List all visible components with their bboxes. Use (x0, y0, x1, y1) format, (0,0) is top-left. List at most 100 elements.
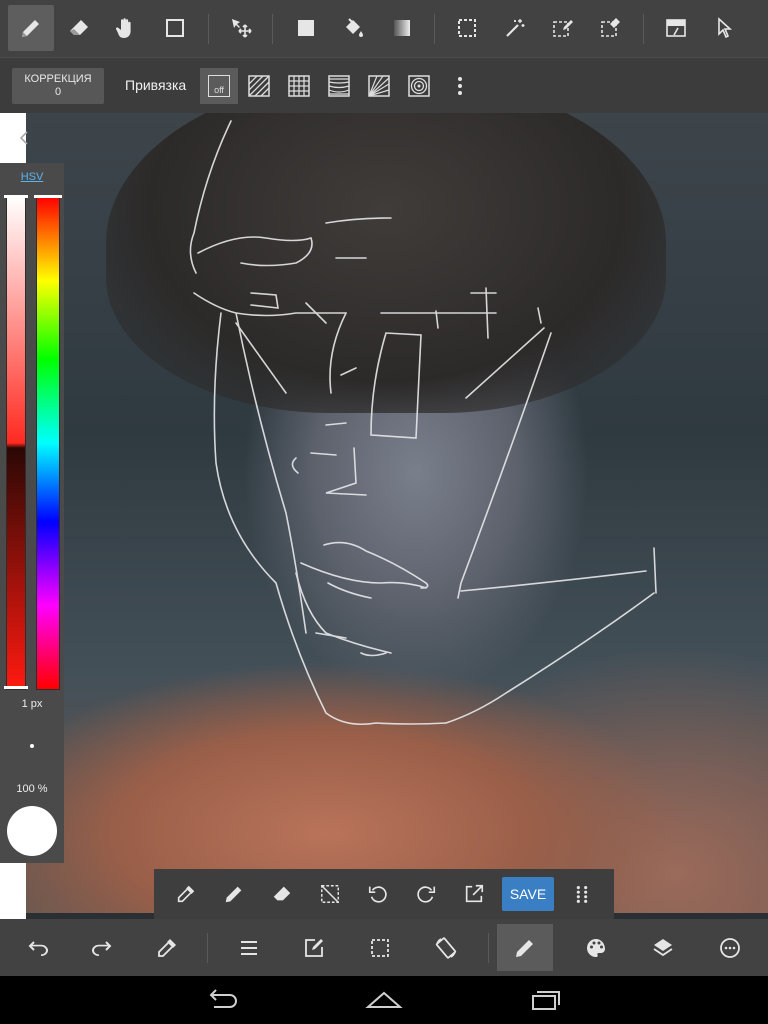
snap-more-button[interactable] (446, 68, 474, 104)
magic-wand-tool-button[interactable] (492, 5, 538, 51)
undo-button[interactable] (10, 924, 66, 971)
magic-wand-icon (506, 19, 525, 37)
export-button[interactable] (456, 876, 492, 912)
hand-tool-button[interactable] (102, 5, 148, 51)
recent-apps-icon (532, 991, 560, 1010)
opacity-label[interactable]: 100 % (0, 783, 64, 795)
fill-rect-tool-button[interactable] (283, 5, 329, 51)
hamburger-menu-icon (241, 940, 257, 955)
quick-bar-menu-button[interactable] (564, 876, 600, 912)
radial-lines-icon (368, 75, 390, 97)
quick-eraser-button[interactable] (264, 876, 300, 912)
toolbar-divider (488, 933, 489, 963)
parallel-lines-icon (248, 75, 270, 97)
selection-button[interactable] (352, 924, 408, 971)
eraser-tool-button[interactable] (56, 5, 102, 51)
saturation-slider-handle[interactable] (4, 195, 28, 198)
rotate-left-icon (368, 886, 387, 903)
snap-toolbar: КОРРЕКЦИЯ 0 Привязка off (0, 57, 768, 113)
selection-pen-icon (553, 20, 573, 37)
layers-button[interactable] (635, 924, 691, 971)
nav-back-button[interactable] (192, 982, 252, 1018)
gradient-tool-button[interactable] (379, 5, 425, 51)
bottom-eyedropper-button[interactable] (139, 924, 195, 971)
rectangle-outline-icon (166, 19, 184, 37)
rectangle-tool-button[interactable] (152, 5, 198, 51)
snap-concentric-button[interactable] (400, 68, 438, 104)
gradient-icon (394, 20, 410, 36)
edit-button[interactable] (286, 924, 342, 971)
canvas-photo-layer[interactable] (26, 113, 768, 913)
collapse-panel-button[interactable] (16, 128, 32, 148)
nav-recents-button[interactable] (516, 982, 576, 1018)
snap-radial-button[interactable] (360, 68, 398, 104)
quick-pen-button[interactable] (216, 876, 252, 912)
color-palette-button[interactable] (568, 924, 624, 971)
nav-home-button[interactable] (354, 982, 414, 1018)
more-options-button[interactable] (702, 924, 758, 971)
redo-rotate-button[interactable] (408, 876, 444, 912)
eyedropper-icon (177, 885, 195, 903)
concentric-circles-icon (408, 75, 430, 97)
saturation-value-slider[interactable] (6, 196, 26, 690)
select-pen-tool-button[interactable] (540, 5, 586, 51)
quick-action-bar: SAVE (154, 869, 614, 919)
edit-square-icon (305, 938, 323, 957)
snap-grid-button[interactable] (280, 68, 318, 104)
more-vertical-icon (458, 77, 462, 95)
pointer-tool-button[interactable] (701, 5, 747, 51)
pencil-icon (22, 20, 39, 37)
pencil-icon (225, 886, 242, 903)
hue-slider[interactable] (36, 196, 60, 690)
rotate-canvas-button[interactable] (418, 924, 474, 971)
pen-tool-button[interactable] (8, 5, 54, 51)
snap-off-icon: off (208, 75, 230, 97)
layer-effect-icon (666, 19, 686, 37)
snap-perspective-button[interactable] (320, 68, 358, 104)
color-panel: HSV 1 px 100 % (0, 163, 64, 863)
chevron-left-icon (19, 131, 28, 145)
paint-bucket-icon (346, 18, 363, 37)
toolbar-divider (208, 14, 209, 44)
snap-off-text: off (214, 85, 224, 95)
home-icon (365, 991, 403, 1008)
export-icon (465, 884, 484, 903)
select-eraser-tool-button[interactable] (588, 5, 634, 51)
more-circle-icon (720, 937, 740, 958)
layers-icon (653, 938, 673, 956)
deselect-icon (321, 885, 339, 903)
select-rect-tool-button[interactable] (444, 5, 490, 51)
eyedropper-button[interactable] (168, 876, 204, 912)
rotate-canvas-icon (435, 936, 457, 959)
snap-off-button[interactable]: off (200, 68, 238, 104)
hue-slider-handle[interactable] (34, 195, 62, 198)
bucket-tool-button[interactable] (330, 5, 376, 51)
hsv-mode-link[interactable]: HSV (0, 171, 64, 183)
brush-size-label[interactable]: 1 px (0, 698, 64, 710)
undo-rotate-button[interactable] (360, 876, 396, 912)
top-toolbar (0, 0, 768, 57)
pencil-icon (516, 939, 533, 957)
main-menu-button[interactable] (221, 924, 277, 971)
brush-panel-button[interactable] (497, 924, 553, 971)
correction-value: 0 (54, 86, 62, 98)
back-arrow-icon (209, 989, 237, 1008)
snap-label: Привязка (125, 77, 187, 93)
eraser-icon (273, 886, 291, 901)
current-color-swatch[interactable] (7, 806, 57, 856)
hand-icon (115, 18, 131, 38)
deselect-button[interactable] (312, 876, 348, 912)
value-slider-handle[interactable] (4, 686, 28, 689)
toolbar-divider (434, 14, 435, 44)
snap-parallel-button[interactable] (240, 68, 278, 104)
selection-eraser-icon (601, 18, 620, 37)
eyedropper-icon (158, 938, 176, 957)
arrow-pointer-icon (718, 17, 733, 39)
save-button[interactable]: SAVE (502, 877, 554, 911)
redo-button[interactable] (74, 924, 130, 971)
move-cursor-icon (232, 19, 252, 38)
layer-effect-tool-button[interactable] (653, 5, 699, 51)
move-tool-button[interactable] (218, 5, 264, 51)
toolbar-divider (643, 14, 644, 44)
correction-button[interactable]: КОРРЕКЦИЯ 0 (12, 68, 104, 104)
